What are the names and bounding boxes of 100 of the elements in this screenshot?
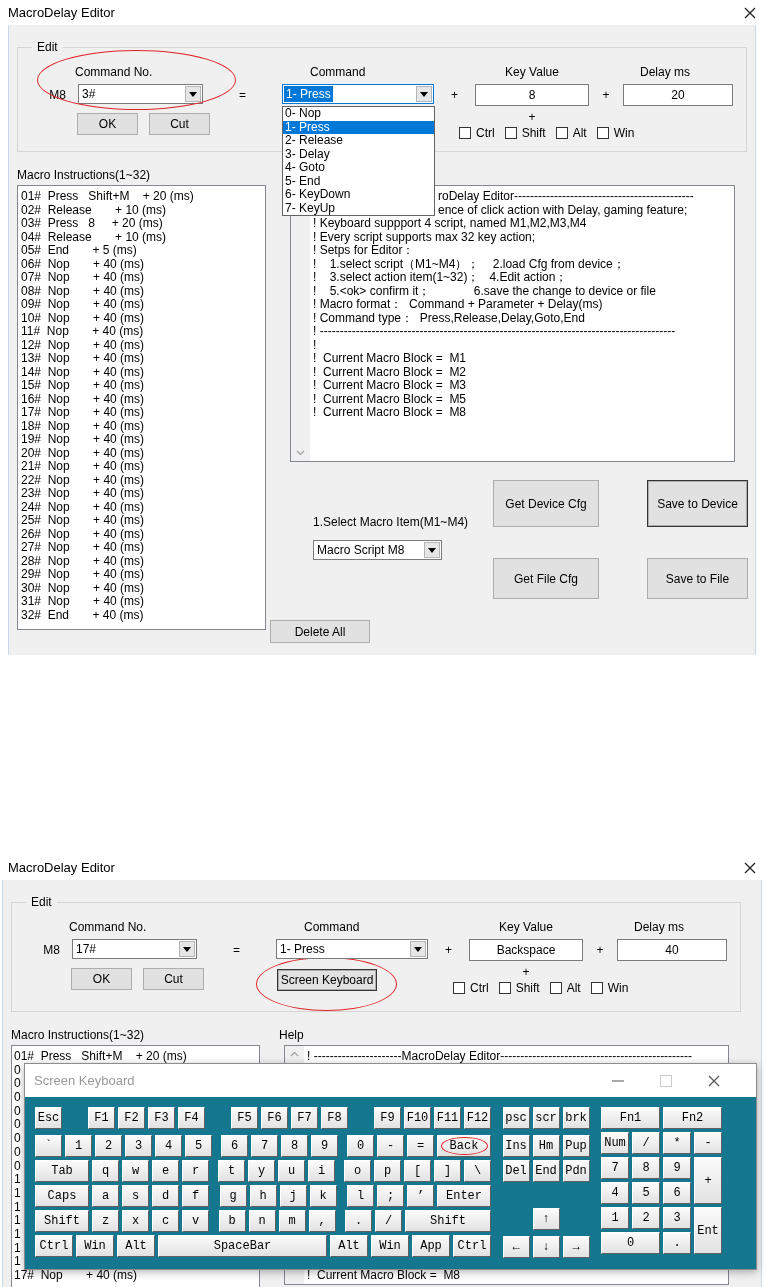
- macro-row[interactable]: 25# Nop + 40 (ms): [21, 514, 262, 528]
- dialog-button[interactable]: OK: [71, 968, 132, 990]
- keyboard-key[interactable]: -: [377, 1135, 404, 1157]
- command-no-dropdown[interactable]: 3#: [78, 84, 203, 104]
- keyboard-key[interactable]: l: [347, 1185, 374, 1207]
- macro-row[interactable]: 09# Nop + 40 (ms): [21, 298, 262, 312]
- macro-row[interactable]: 03# Press 8 + 20 (ms): [21, 217, 262, 231]
- keyboard-key[interactable]: SpaceBar: [158, 1235, 327, 1257]
- keyboard-key[interactable]: 9: [311, 1135, 338, 1157]
- keyboard-key[interactable]: n: [248, 1210, 276, 1232]
- keyboard-key[interactable]: Win: [371, 1235, 409, 1257]
- dropdown-button[interactable]: [416, 86, 432, 102]
- key-value-field[interactable]: Backspace: [469, 939, 583, 961]
- macro-row[interactable]: 11# Nop + 40 (ms): [21, 325, 262, 339]
- keyboard-key[interactable]: ,: [308, 1210, 336, 1232]
- keyboard-key[interactable]: p: [374, 1160, 401, 1182]
- macro-row[interactable]: 30# Nop + 40 (ms): [21, 581, 262, 595]
- macro-row[interactable]: 07# Nop + 40 (ms): [21, 271, 262, 285]
- keyboard-key[interactable]: Shift: [405, 1210, 491, 1232]
- macro-row[interactable]: 26# Nop + 40 (ms): [21, 527, 262, 541]
- macro-row[interactable]: 28# Nop + 40 (ms): [21, 554, 262, 568]
- macro-row[interactable]: 17# Nop + 40 (ms): [14, 1269, 256, 1283]
- keyboard-key[interactable]: 2: [632, 1207, 660, 1229]
- macro-row[interactable]: 05# End + 5 (ms): [21, 244, 262, 258]
- keyboard-key[interactable]: a: [92, 1185, 119, 1207]
- keyboard-key[interactable]: App: [412, 1235, 450, 1257]
- keyboard-key[interactable]: v: [182, 1210, 209, 1232]
- dropdown-option[interactable]: 5- End: [283, 174, 434, 188]
- keyboard-key[interactable]: /: [632, 1132, 660, 1154]
- keyboard-key[interactable]: z: [92, 1210, 119, 1232]
- keyboard-key[interactable]: Caps: [35, 1185, 89, 1207]
- action-button[interactable]: Get File Cfg: [493, 558, 599, 599]
- macro-row[interactable]: 08# Nop + 40 (ms): [21, 284, 262, 298]
- keyboard-key[interactable]: Ent: [694, 1207, 722, 1254]
- keyboard-key[interactable]: ’: [407, 1185, 434, 1207]
- keyboard-key[interactable]: s: [122, 1185, 149, 1207]
- keyboard-key[interactable]: scr: [532, 1107, 560, 1129]
- keyboard-key[interactable]: F7: [291, 1107, 318, 1129]
- keyboard-key[interactable]: f: [182, 1185, 209, 1207]
- delay-field[interactable]: 20: [623, 84, 733, 106]
- dropdown-option[interactable]: 6- KeyDown: [283, 188, 434, 202]
- keyboard-key[interactable]: u: [278, 1160, 305, 1182]
- macro-row[interactable]: 01# Press Shift+M + 20 (ms): [14, 1050, 256, 1064]
- keyboard-key[interactable]: →: [562, 1236, 590, 1258]
- close-icon[interactable]: [744, 6, 756, 19]
- keyboard-key[interactable]: psc: [502, 1107, 530, 1129]
- keyboard-key[interactable]: k: [309, 1185, 337, 1207]
- keyboard-key[interactable]: 3: [663, 1207, 691, 1229]
- dropdown-option[interactable]: 3- Delay: [283, 147, 434, 161]
- macro-row[interactable]: 19# Nop + 40 (ms): [21, 433, 262, 447]
- modifier-checkbox[interactable]: Win: [590, 981, 629, 995]
- keyboard-key[interactable]: m: [278, 1210, 306, 1232]
- keyboard-key[interactable]: d: [152, 1185, 179, 1207]
- macro-row[interactable]: 15# Nop + 40 (ms): [21, 379, 262, 393]
- macro-row[interactable]: 17# Nop + 40 (ms): [21, 406, 262, 420]
- dropdown-option[interactable]: 0- Nop: [283, 107, 434, 121]
- command-no-dropdown[interactable]: 17#: [72, 939, 197, 959]
- dropdown-button[interactable]: [424, 542, 440, 558]
- keyboard-key[interactable]: 3: [125, 1135, 152, 1157]
- keyboard-key[interactable]: End: [532, 1160, 560, 1182]
- keyboard-key[interactable]: 0: [601, 1232, 660, 1254]
- keyboard-key[interactable]: 9: [663, 1157, 691, 1179]
- macro-row[interactable]: 02# Release + 10 (ms): [21, 203, 262, 217]
- dialog-button[interactable]: Cut: [149, 113, 210, 135]
- keyboard-key[interactable]: F5: [231, 1107, 258, 1129]
- macro-row[interactable]: 22# Nop + 40 (ms): [21, 473, 262, 487]
- modifier-checkbox[interactable]: Win: [596, 126, 635, 140]
- keyboard-key[interactable]: y: [248, 1160, 275, 1182]
- macro-row[interactable]: 12# Nop + 40 (ms): [21, 338, 262, 352]
- dropdown-button[interactable]: [410, 941, 426, 957]
- keyboard-key[interactable]: 8: [281, 1135, 308, 1157]
- macro-row[interactable]: 21# Nop + 40 (ms): [21, 460, 262, 474]
- macro-row[interactable]: 27# Nop + 40 (ms): [21, 541, 262, 555]
- keyboard-key[interactable]: ]: [434, 1160, 461, 1182]
- modifier-checkbox[interactable]: Shift: [504, 126, 546, 140]
- keyboard-key[interactable]: o: [344, 1160, 371, 1182]
- macro-row[interactable]: 31# Nop + 40 (ms): [21, 595, 262, 609]
- macro-row[interactable]: 23# Nop + 40 (ms): [21, 487, 262, 501]
- keyboard-key[interactable]: q: [92, 1160, 119, 1182]
- screen-keyboard-button[interactable]: Screen Keyboard: [277, 969, 377, 991]
- macro-row[interactable]: 18# Nop + 40 (ms): [21, 419, 262, 433]
- keyboard-key[interactable]: F4: [178, 1107, 205, 1129]
- dropdown-button[interactable]: [185, 86, 201, 102]
- keyboard-key[interactable]: Ctrl: [35, 1235, 73, 1257]
- keyboard-key[interactable]: 8: [632, 1157, 660, 1179]
- keyboard-key[interactable]: Tab: [35, 1160, 89, 1182]
- keyboard-key[interactable]: Fn2: [663, 1107, 722, 1129]
- keyboard-key[interactable]: `: [35, 1135, 62, 1157]
- keyboard-key[interactable]: F10: [404, 1107, 431, 1129]
- keyboard-key[interactable]: 4: [601, 1182, 629, 1204]
- macro-row[interactable]: 29# Nop + 40 (ms): [21, 568, 262, 582]
- keyboard-key[interactable]: F1: [88, 1107, 115, 1129]
- keyboard-key[interactable]: F3: [148, 1107, 175, 1129]
- keyboard-key[interactable]: h: [249, 1185, 277, 1207]
- macro-row[interactable]: 32# End + 40 (ms): [21, 608, 262, 622]
- keyboard-key[interactable]: c: [152, 1210, 179, 1232]
- macro-script-dropdown[interactable]: Macro Script M8: [313, 540, 442, 560]
- keyboard-key[interactable]: 5: [632, 1182, 660, 1204]
- keyboard-key[interactable]: i: [308, 1160, 335, 1182]
- keyboard-key[interactable]: F2: [118, 1107, 145, 1129]
